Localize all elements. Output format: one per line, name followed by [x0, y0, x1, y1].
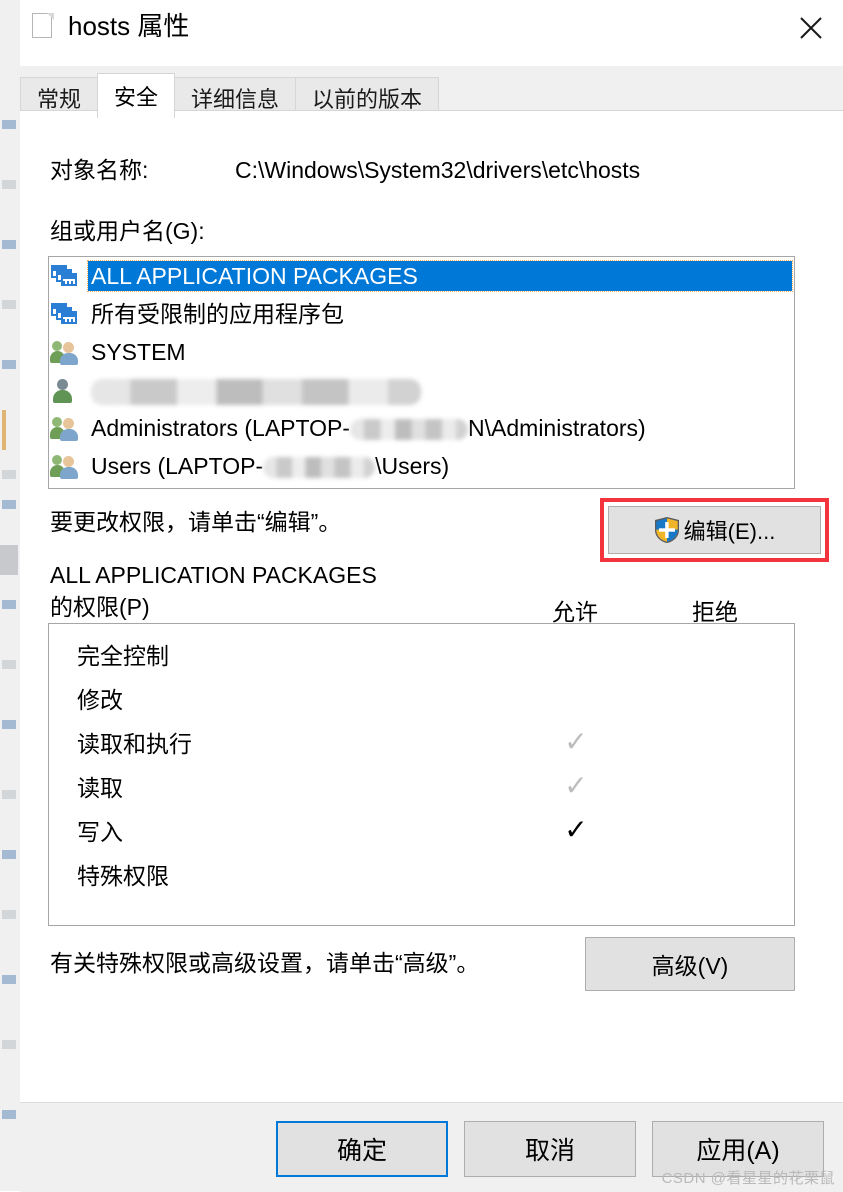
security-tab-page: 对象名称: C:\Windows\System32\drivers\etc\ho… [20, 110, 843, 1102]
bg-artifact [2, 790, 16, 799]
table-row[interactable]: 读取 ✓ ✓ [49, 764, 794, 808]
users-group-icon [50, 338, 79, 366]
list-item[interactable]: Users (LAPTOP- \Users) [49, 447, 794, 485]
deny-checkbox[interactable]: ✓ [666, 860, 766, 888]
list-item[interactable]: 所有受限制的应用程序包 [49, 295, 794, 333]
permissions-title-line2: 的权限(P) [50, 594, 150, 620]
users-group-icon [50, 414, 79, 442]
close-icon[interactable] [779, 0, 843, 56]
bg-artifact [2, 180, 16, 189]
group-or-user-names-list[interactable]: ALL APPLICATION PACKAGES 所有受限制的应用程序包 SYS… [48, 256, 795, 489]
users-group-icon [50, 452, 79, 480]
bg-artifact [2, 240, 16, 249]
dialog-titlebar: hosts 属性 [20, 0, 843, 67]
dialog-footer: 确定 取消 应用(A) CSDN @看星星的花栗鼠 [20, 1102, 843, 1192]
cancel-button[interactable]: 取消 [464, 1121, 636, 1177]
list-item-label: SYSTEM [91, 339, 186, 365]
permissions-title: ALL APPLICATION PACKAGES 的权限(P) [50, 559, 377, 623]
advanced-button[interactable]: 高级(V) [585, 937, 795, 991]
bg-artifact [2, 850, 16, 859]
bg-artifact [2, 500, 16, 509]
redaction-block [263, 457, 376, 479]
table-row[interactable]: 完全控制 ✓ ✓ [49, 632, 794, 676]
bg-artifact [2, 975, 16, 984]
list-item-label: Administrators (LAPTOP- N\Administrators) [88, 413, 649, 443]
permission-name: 读取 [77, 775, 123, 801]
bg-artifact [2, 1110, 16, 1119]
deny-checkbox[interactable]: ✓ [666, 772, 766, 800]
list-item[interactable]: SYSTEM [49, 333, 794, 371]
label-suffix: N\Administrators) [468, 415, 646, 441]
bg-artifact [2, 1040, 16, 1049]
permission-name: 特殊权限 [77, 863, 169, 889]
label-prefix: Users (LAPTOP- [91, 453, 264, 479]
list-item-label: ALL APPLICATION PACKAGES [87, 260, 793, 292]
dialog-title: hosts 属性 [68, 11, 190, 41]
bg-artifact [2, 120, 16, 129]
permissions-list[interactable]: 完全控制 ✓ ✓ 修改 ✓ ✓ 读取和执行 ✓ ✓ 读取 ✓ ✓ 写入 ✓ [48, 623, 795, 926]
permission-name: 写入 [77, 819, 123, 845]
bg-artifact [2, 300, 16, 309]
redaction-block [350, 419, 469, 441]
allow-checkbox[interactable]: ✓ [526, 816, 626, 844]
table-row[interactable]: 修改 ✓ ✓ [49, 676, 794, 720]
list-item-label-redacted [88, 375, 424, 405]
edit-permissions-hint: 要更改权限，请单击“编辑”。 [50, 509, 342, 535]
bg-artifact [2, 600, 16, 609]
list-item[interactable]: Administrators (LAPTOP- N\Administrators) [49, 409, 794, 447]
table-row[interactable]: 特殊权限 ✓ ✓ [49, 852, 794, 896]
allow-checkbox[interactable]: ✓ [526, 640, 626, 668]
object-name-row: 对象名称: C:\Windows\System32\drivers\etc\ho… [50, 151, 640, 185]
column-header-allow: 允许 [552, 599, 598, 625]
watermark: CSDN @看星星的花栗鼠 [661, 1170, 835, 1187]
permission-name: 修改 [77, 687, 123, 713]
uac-shield-icon [654, 516, 680, 544]
permissions-title-line1: ALL APPLICATION PACKAGES [50, 562, 377, 588]
advanced-hint: 有关特殊权限或高级设置，请单击“高级”。 [50, 950, 480, 976]
redaction-block [91, 378, 421, 405]
bg-artifact [2, 360, 16, 369]
edit-button-label: 编辑(E)... [683, 519, 776, 544]
ok-button[interactable]: 确定 [276, 1121, 448, 1177]
bg-artifact [2, 910, 16, 919]
list-item-label: Users (LAPTOP- \Users) [88, 451, 452, 481]
tab-security[interactable]: 安全 [97, 73, 176, 118]
list-item[interactable] [49, 371, 794, 409]
object-name-value: C:\Windows\System32\drivers\etc\hosts [235, 157, 641, 183]
background-explorer-sliver [0, 0, 21, 1191]
deny-checkbox[interactable]: ✓ [666, 684, 766, 712]
table-row[interactable]: 写入 ✓ ✓ [49, 808, 794, 852]
bg-artifact [2, 660, 16, 669]
allow-checkbox[interactable]: ✓ [526, 772, 626, 800]
user-icon [51, 376, 79, 404]
hosts-properties-dialog: hosts 属性 常规 安全 详细信息 以前的版本 对象名称: C:\Windo… [20, 0, 843, 1192]
label-suffix: \Users) [375, 453, 450, 479]
document-icon [32, 12, 54, 40]
list-item-label: 所有受限制的应用程序包 [91, 301, 344, 327]
titlebar-left: hosts 属性 [32, 12, 189, 40]
object-name-label: 对象名称: [50, 157, 149, 183]
deny-checkbox[interactable]: ✓ [666, 816, 766, 844]
app-package-icon [51, 300, 79, 328]
allow-checkbox[interactable]: ✓ [526, 728, 626, 756]
bg-artifact [0, 545, 18, 575]
permission-name: 读取和执行 [77, 731, 192, 757]
bg-artifact [2, 410, 6, 450]
allow-checkbox[interactable]: ✓ [526, 860, 626, 888]
allow-checkbox[interactable]: ✓ [526, 684, 626, 712]
list-item[interactable]: ALL APPLICATION PACKAGES [49, 257, 794, 295]
app-package-icon [51, 262, 79, 290]
edit-button[interactable]: 编辑(E)... [608, 506, 821, 554]
bg-artifact [2, 720, 16, 729]
group-or-user-names-label: 组或用户名(G): [50, 218, 205, 244]
deny-checkbox[interactable]: ✓ [666, 728, 766, 756]
deny-checkbox[interactable]: ✓ [666, 640, 766, 668]
permission-name: 完全控制 [77, 643, 169, 669]
bg-artifact [2, 470, 16, 479]
column-header-deny: 拒绝 [692, 599, 738, 625]
label-prefix: Administrators (LAPTOP- [91, 415, 351, 441]
table-row[interactable]: 读取和执行 ✓ ✓ [49, 720, 794, 764]
